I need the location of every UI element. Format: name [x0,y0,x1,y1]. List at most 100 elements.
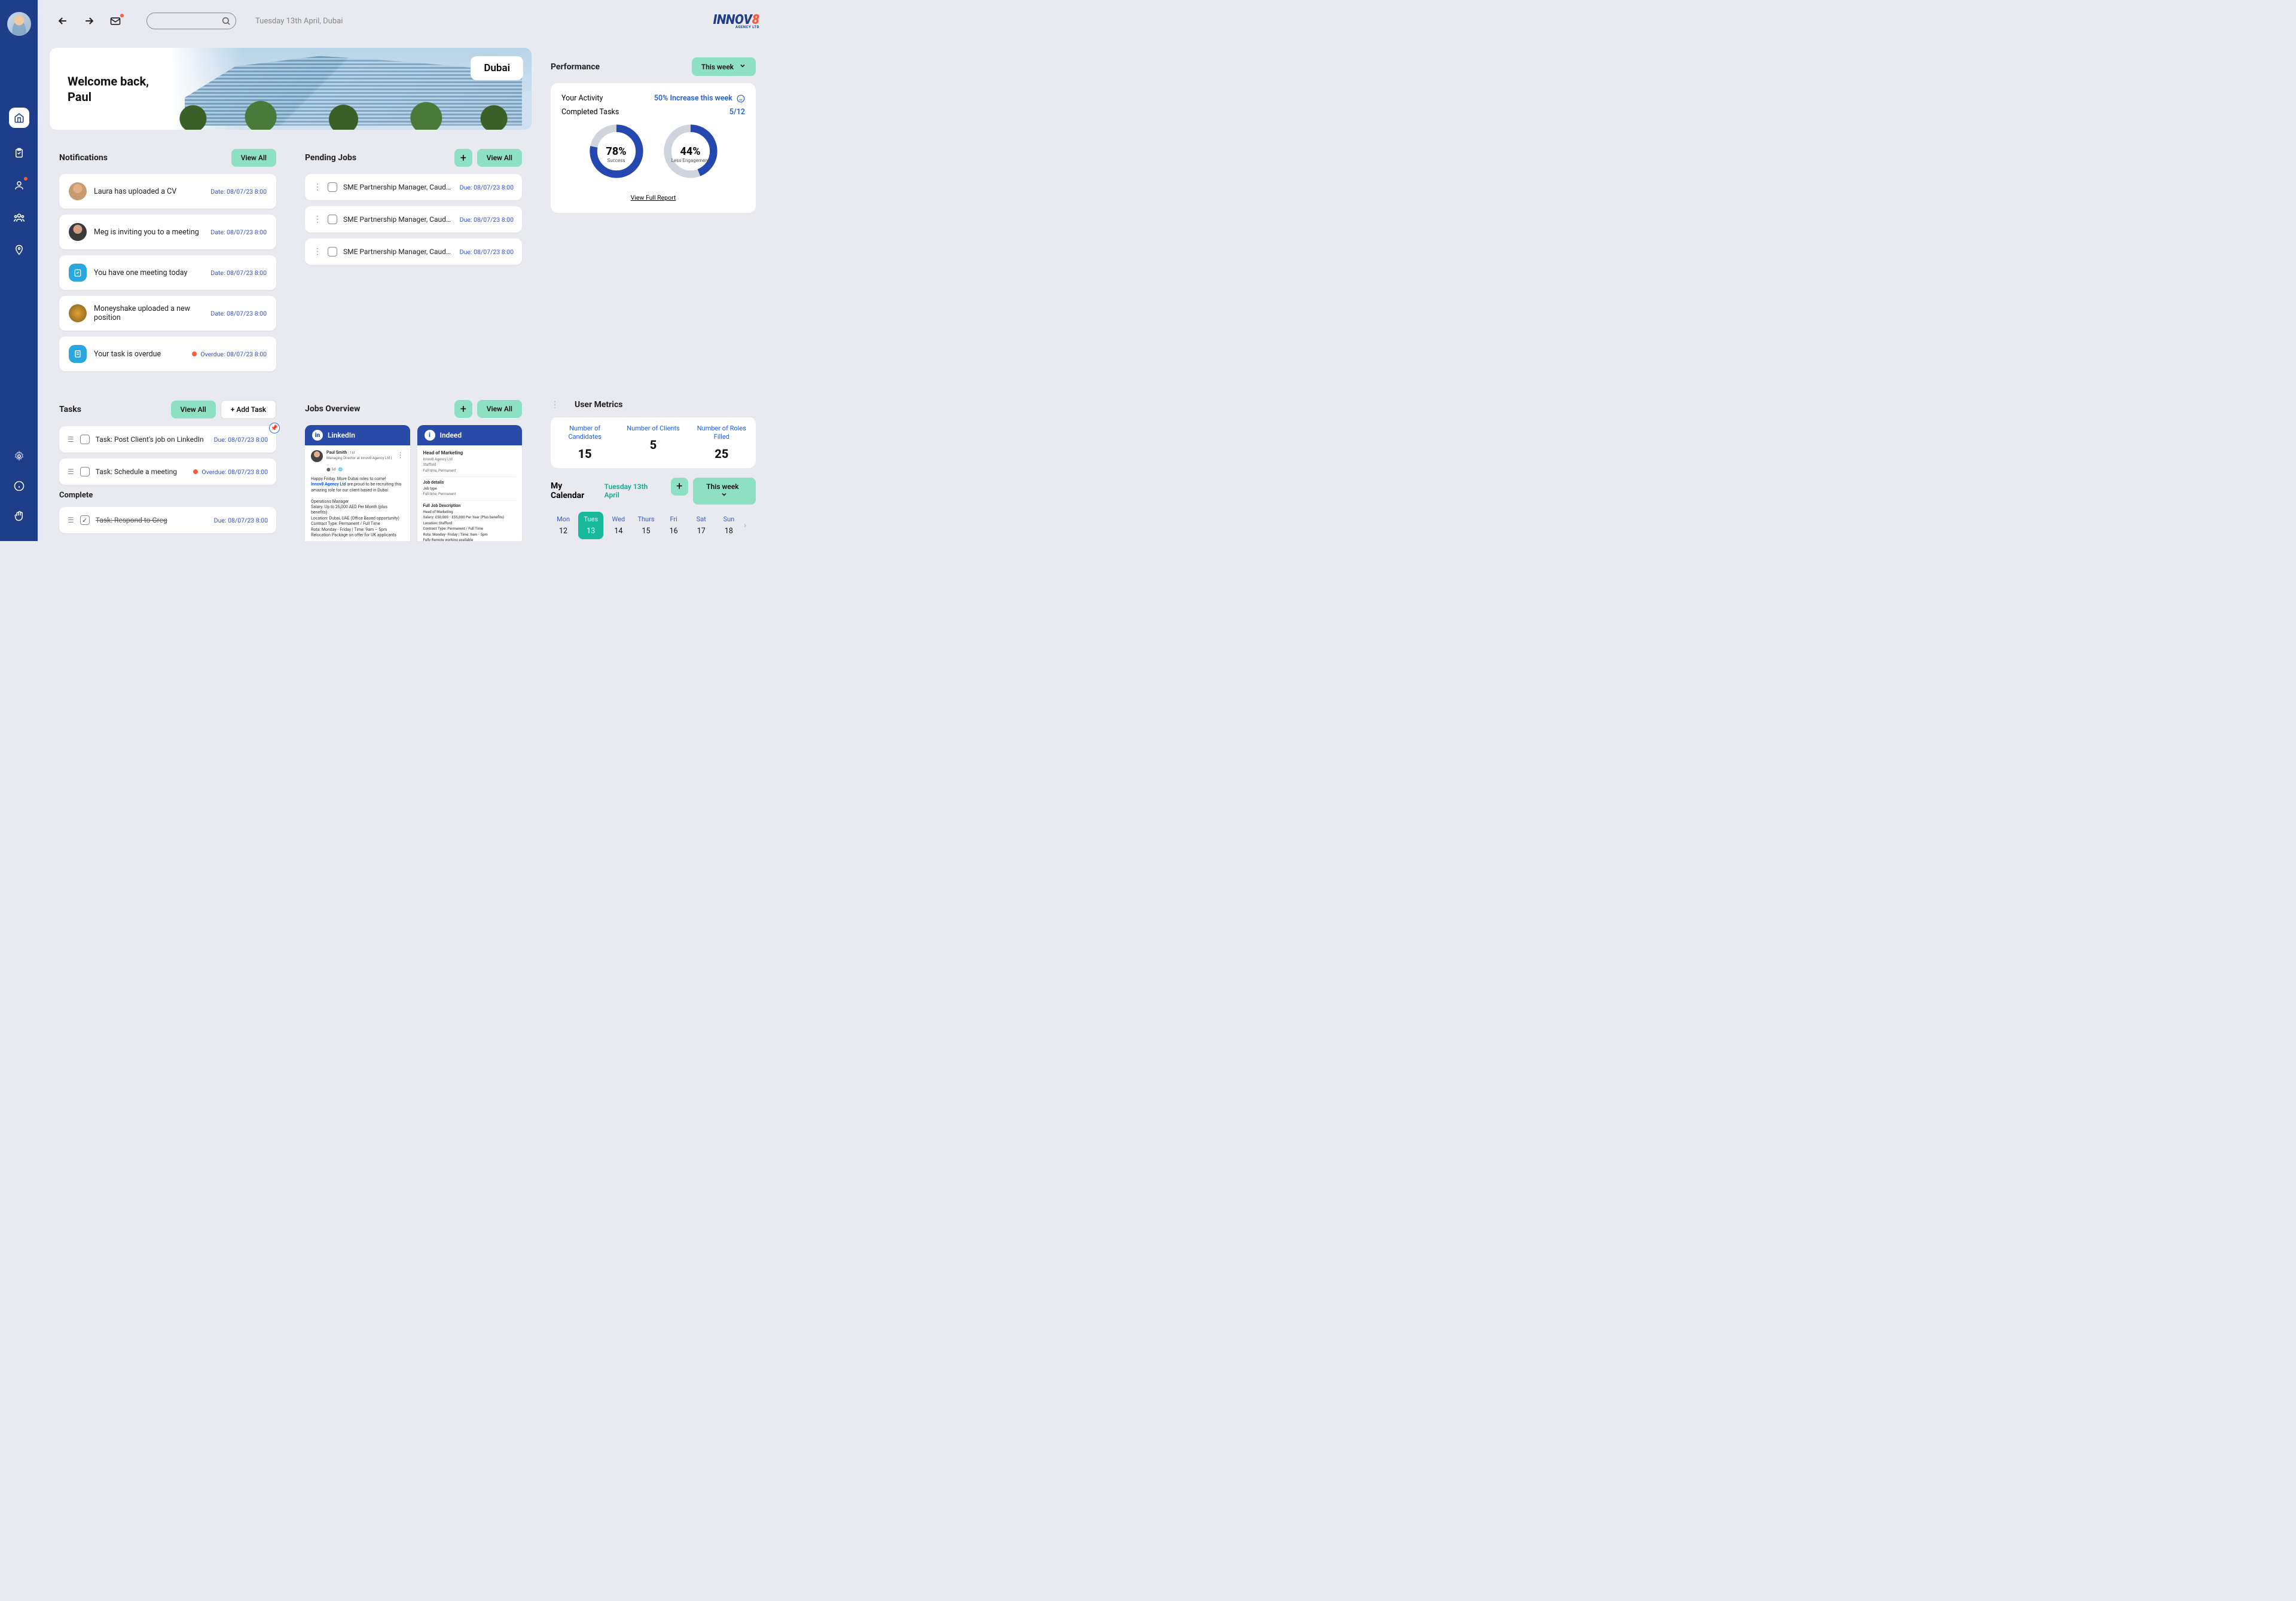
drag-handle-icon[interactable]: ☰ [68,516,74,524]
job-title: SME Partnership Manager, Caudwell Chil..… [343,183,454,191]
welcome-heading: Welcome back,Paul [68,74,149,105]
calendar-range-dropdown[interactable]: This week [693,478,756,505]
job-checkbox[interactable] [328,247,337,256]
task-checkbox[interactable] [80,467,90,476]
nav-wave-icon[interactable] [12,509,26,523]
notification-row[interactable]: Meg is inviting you to a meeting Date: 0… [59,215,276,249]
back-button[interactable] [56,14,70,28]
tasks-view-all-button[interactable]: View All [171,401,216,418]
performance-range-dropdown[interactable]: This week [692,57,756,76]
avatar[interactable] [7,12,31,36]
job-title: SME Partnership Manager, Caudwell Chil..… [343,215,454,224]
drag-handle-icon[interactable]: ⋮ [313,215,322,224]
user-metrics-title: User Metrics [575,400,622,410]
notification-icon [69,264,87,282]
notifications-panel: Notifications View All Laura has uploade… [50,139,286,381]
notification-row[interactable]: Laura has uploaded a CV Date: 08/07/23 8… [59,174,276,209]
more-icon[interactable]: ⋮ [397,450,404,460]
calendar-day[interactable]: Sun 18 [716,515,741,536]
search-icon [221,16,231,26]
calendar-date: Tuesday 13th April [604,482,664,499]
calendar-day[interactable]: Sat 17 [689,515,714,536]
calendar-day[interactable]: Thurs 15 [633,515,658,536]
notification-text: You have one meeting today [94,268,203,277]
metric-label: Number of Candidates [555,424,614,442]
calendar-day[interactable]: Mon 12 [551,515,576,536]
view-full-report-link[interactable]: View Full Report [631,194,676,201]
notification-row[interactable]: Your task is overdue Overdue: 08/07/23 8… [59,337,276,371]
nav-clipboard-icon[interactable] [12,146,26,160]
drag-handle-icon[interactable]: ⋮ [551,400,559,410]
day-number: 14 [606,527,631,536]
date-location: Tuesday 13th April, Dubai [255,17,343,26]
notification-text: Your task is overdue [94,350,185,359]
drag-handle-icon[interactable]: ☰ [68,468,74,476]
completed-value: 5/12 [729,108,745,117]
author-avatar [311,450,323,462]
day-name: Sat [689,515,714,523]
donut-sublabel: Less Engagement [662,158,719,163]
task-row[interactable]: ☰ Task: Schedule a meeting Overdue: 08/0… [59,459,276,485]
notification-row[interactable]: Moneyshake uploaded a new position Date:… [59,296,276,331]
nav-user-icon[interactable] [12,178,26,193]
metric-value: 25 [692,447,751,461]
task-row[interactable]: 📌 ☰ Task: Post Client's job on LinkedIn … [59,426,276,453]
forward-button[interactable] [82,14,96,28]
pin-icon: 📌 [269,423,280,433]
search-input[interactable] [146,13,236,29]
notifications-title: Notifications [59,153,108,163]
notification-text: Meg is inviting you to a meeting [94,228,203,237]
pending-job-row[interactable]: ⋮ SME Partnership Manager, Caudwell Chil… [305,239,522,265]
job-checkbox[interactable] [328,182,337,192]
linkedin-icon: in [312,430,323,441]
tasks-title: Tasks [59,405,81,414]
job-title: SME Partnership Manager, Caudwell Chil..… [343,248,454,256]
day-name: Wed [606,515,631,523]
calendar-day[interactable]: Fri 16 [661,515,686,536]
donut-sublabel: Success [588,158,645,163]
hero-banner: Welcome back,Paul Dubai [50,48,532,130]
pending-jobs-title: Pending Jobs [305,153,356,163]
day-name: Tues [578,515,603,523]
nav-settings-icon[interactable] [12,449,26,463]
pending-jobs-add-button[interactable]: + [454,149,472,167]
logo: INNOV8 AGENCY LTD [713,13,759,29]
nav-location-icon[interactable] [12,243,26,257]
task-text: Task: Post Client's job on LinkedIn [96,435,208,444]
day-name: Fri [661,515,686,523]
completed-task-row[interactable]: ☰ Task: Respond to Greg Due: 08/07/23 8:… [59,507,276,533]
linkedin-job-card[interactable]: inLinkedIn Paul Smith · 1st Managing Dir… [305,425,410,541]
jobs-overview-add-button[interactable]: + [454,400,472,418]
nav-home-icon[interactable] [9,108,29,128]
mail-button[interactable] [108,14,123,28]
job-checkbox[interactable] [328,215,337,224]
add-task-button[interactable]: + Add Task [221,400,276,419]
metric-value: 5 [624,438,682,452]
pending-job-row[interactable]: ⋮ SME Partnership Manager, Caudwell Chil… [305,174,522,200]
jobs-overview-view-all-button[interactable]: View All [477,400,522,418]
hero-trees-image [155,93,532,130]
task-checkbox[interactable] [80,515,90,525]
indeed-job-card[interactable]: iIndeed Head of Marketing Innov8 Agency … [417,425,523,541]
nav-info-icon[interactable] [12,479,26,493]
notification-row[interactable]: You have one meeting today Date: 08/07/2… [59,255,276,290]
task-checkbox[interactable] [80,435,90,444]
drag-handle-icon[interactable]: ⋮ [313,182,322,192]
nav-team-icon[interactable] [12,210,26,225]
chevron-down-icon [720,491,728,498]
job-due: Due: 08/07/23 8:00 [460,216,514,224]
donut-value: 44% [662,145,719,158]
notifications-view-all-button[interactable]: View All [231,149,276,167]
day-number: 17 [689,527,714,536]
notification-icon [69,345,87,363]
pending-jobs-view-all-button[interactable]: View All [477,149,522,167]
pending-job-row[interactable]: ⋮ SME Partnership Manager, Caudwell Chil… [305,206,522,233]
drag-handle-icon[interactable]: ⋮ [313,247,322,256]
day-name: Sun [716,515,741,523]
calendar-day[interactable]: Wed 14 [606,515,631,536]
calendar-next-button[interactable]: › [744,521,756,530]
donut-chart: 44% Less Engagement [662,123,719,181]
calendar-add-button[interactable]: + [671,478,688,496]
drag-handle-icon[interactable]: ☰ [68,435,74,444]
calendar-day[interactable]: Tues 13 [578,512,603,539]
